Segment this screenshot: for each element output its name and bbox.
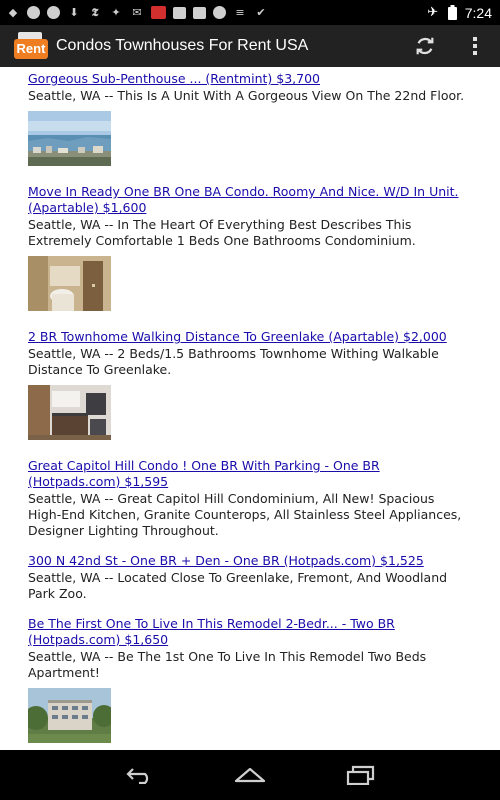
- city-view-photo[interactable]: [28, 111, 111, 166]
- app-title: Condos Townhouses For Rent USA: [56, 37, 309, 54]
- back-button[interactable]: [120, 760, 160, 790]
- overflow-menu-icon: [473, 37, 477, 55]
- notification-icons: ◆ ⬇ 𝕿 ✦ ✉ ≡ ✔: [0, 6, 268, 20]
- clock: 7:24: [464, 4, 492, 21]
- recents-icon: [346, 765, 375, 785]
- listing-description: Seattle, WA -- In The Heart Of Everythin…: [28, 217, 416, 248]
- navigation-bar: [0, 750, 500, 800]
- listing-title-link[interactable]: Gorgeous Sub-Penthouse ... (Rentmint) $3…: [28, 71, 470, 87]
- home-icon: [234, 767, 266, 783]
- bathroom-photo[interactable]: [28, 256, 111, 311]
- list-item[interactable]: Great Capitol Hill Condo ! One BR With P…: [28, 458, 470, 539]
- stack-icon: ≡: [235, 6, 245, 19]
- check-icon: ✔: [256, 6, 266, 19]
- twitter-icon: ✦: [111, 6, 121, 19]
- overflow-menu-button[interactable]: [450, 25, 500, 67]
- spotify-icon: [213, 6, 226, 19]
- logo-text: Rent: [14, 39, 48, 59]
- list-item[interactable]: 300 N 42nd St - One BR + Den - One BR (H…: [28, 553, 470, 602]
- app-logo[interactable]: Rent: [14, 32, 48, 60]
- nyt-icon: 𝕿: [91, 6, 99, 19]
- action-bar: Rent Condos Townhouses For Rent USA: [0, 25, 500, 67]
- image-icon: [173, 6, 186, 19]
- listing-description: Seattle, WA -- Located Close To Greenlak…: [28, 570, 448, 601]
- listing-description: Seattle, WA -- This Is A Unit With A Gor…: [28, 88, 465, 103]
- listing-title-link[interactable]: 300 N 42nd St - One BR + Den - One BR (H…: [28, 553, 470, 569]
- listing-title-link[interactable]: Move In Ready One BR One BA Condo. Roomy…: [28, 184, 470, 216]
- bag-icon: [193, 6, 206, 19]
- status-bar: ◆ ⬇ 𝕿 ✦ ✉ ≡ ✔ ✈ 7:24: [0, 0, 500, 25]
- kitchen-photo[interactable]: [28, 385, 111, 440]
- listing-title-link[interactable]: Great Capitol Hill Condo ! One BR With P…: [28, 458, 470, 490]
- listing-description: Seattle, WA -- Great Capitol Hill Condom…: [28, 491, 462, 538]
- home-button[interactable]: [230, 760, 270, 790]
- recents-button[interactable]: [340, 760, 380, 790]
- gmail-icon: ✉: [132, 6, 142, 19]
- system-icons: ✈ 7:24: [426, 0, 492, 25]
- news-icon: [151, 6, 166, 19]
- download-icon: ⬇: [69, 6, 79, 19]
- chat-icon: [27, 6, 40, 19]
- list-item[interactable]: 2 BR Townhome Walking Distance To Greenl…: [28, 329, 470, 440]
- android-icon: ◆: [8, 6, 18, 19]
- battery-icon: [447, 5, 457, 20]
- listing-description: Seattle, WA -- Be The 1st One To Live In…: [28, 649, 427, 680]
- listing-description: Seattle, WA -- 2 Beds/1.5 Bathrooms Town…: [28, 346, 439, 377]
- refresh-button[interactable]: [400, 25, 450, 67]
- refresh-icon: [416, 37, 434, 55]
- list-item[interactable]: Gorgeous Sub-Penthouse ... (Rentmint) $3…: [28, 71, 470, 166]
- chat-icon: [47, 6, 60, 19]
- listing-title-link[interactable]: 2 BR Townhome Walking Distance To Greenl…: [28, 329, 470, 345]
- list-item[interactable]: Be The First One To Live In This Remodel…: [28, 616, 470, 743]
- airplane-icon: ✈: [427, 5, 439, 20]
- building-photo[interactable]: [28, 688, 111, 743]
- back-icon: [126, 768, 149, 784]
- action-bar-actions: [400, 25, 500, 67]
- listing-feed[interactable]: Gorgeous Sub-Penthouse ... (Rentmint) $3…: [0, 67, 500, 750]
- list-item[interactable]: Move In Ready One BR One BA Condo. Roomy…: [28, 184, 470, 311]
- listing-title-link[interactable]: Be The First One To Live In This Remodel…: [28, 616, 470, 648]
